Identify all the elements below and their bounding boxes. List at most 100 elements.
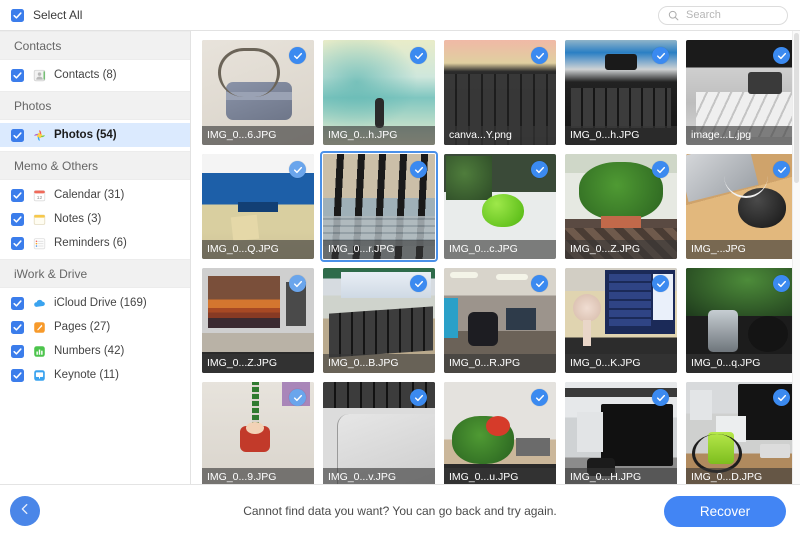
thumbnail-checkmark-icon[interactable]	[410, 161, 427, 178]
thumbnail-checkmark-icon[interactable]	[531, 389, 548, 406]
search-box[interactable]	[658, 5, 788, 25]
search-input[interactable]	[684, 8, 778, 22]
calendar-icon: 12	[32, 188, 46, 202]
thumbnail-item[interactable]: IMG_0...B.JPG	[323, 268, 435, 373]
sidebar-item-label: Photos (54)	[54, 129, 117, 141]
sidebar-item-checkbox[interactable]	[11, 296, 24, 310]
sidebar-item-contacts-8[interactable]: Contacts (8)	[0, 63, 190, 87]
thumbnail-checkmark-icon[interactable]	[773, 275, 790, 292]
thumbnail-checkmark-icon[interactable]	[652, 275, 669, 292]
sidebar-section-items: Contacts (8)	[0, 60, 190, 91]
thumbnail-filename: IMG_0...h.JPG	[565, 126, 677, 145]
thumbnail-checkmark-icon[interactable]	[289, 161, 306, 178]
thumbnail-checkmark-icon[interactable]	[410, 389, 427, 406]
thumbnail-filename: IMG_0...v.JPG	[323, 468, 435, 484]
thumbnail-checkmark-icon[interactable]	[289, 275, 306, 292]
thumbnail-item[interactable]: IMG_0...q.JPG	[686, 268, 798, 373]
sidebar-item-checkbox[interactable]	[11, 236, 24, 250]
thumbnail-item[interactable]: IMG_0...c.JPG	[444, 154, 556, 259]
thumbnail-item[interactable]: IMG_0...D.JPG	[686, 382, 798, 484]
thumbnail-checkmark-icon[interactable]	[289, 389, 306, 406]
sidebar-item-keynote-11[interactable]: Keynote (11)	[0, 363, 190, 387]
grid-scrollbar[interactable]	[792, 31, 800, 484]
app-window: Select All Contacts Contacts (8) Photos Pho…	[0, 0, 800, 537]
thumbnail-checkmark-icon[interactable]	[773, 161, 790, 178]
thumbnail-checkmark-icon[interactable]	[289, 47, 306, 64]
thumbnail-item[interactable]: IMG_0...6.JPG	[202, 40, 314, 145]
select-all-label: Select All	[33, 8, 83, 22]
sidebar-item-photos-54[interactable]: Photos (54)	[0, 123, 190, 147]
thumbnail-item[interactable]: IMG_0...R.JPG	[444, 268, 556, 373]
thumbnail-item[interactable]: IMG_0...u.JPG	[444, 382, 556, 484]
pages-icon	[32, 320, 46, 334]
sidebar-section-header: iWork & Drive	[0, 259, 190, 288]
thumbnail-item[interactable]: IMG_0...H.JPG	[565, 382, 677, 484]
sidebar-item-numbers-42[interactable]: Numbers (42)	[0, 339, 190, 363]
sidebar-item-checkbox[interactable]	[11, 212, 24, 226]
sidebar-item-icloud-drive-169[interactable]: iCloud Drive (169)	[0, 291, 190, 315]
sidebar-item-checkbox[interactable]	[11, 68, 24, 82]
thumbnail-item[interactable]: IMG_0...Z.JPG	[565, 154, 677, 259]
sidebar-item-checkbox[interactable]	[11, 320, 24, 334]
sidebar-section-items: iCloud Drive (169) Pages (27) Numbers (42)…	[0, 288, 190, 391]
reminders-icon	[32, 236, 46, 250]
thumbnail-checkmark-icon[interactable]	[410, 47, 427, 64]
thumbnail-checkmark-icon[interactable]	[652, 161, 669, 178]
sidebar-section-items: 12 Calendar (31) Notes (3) Reminders (6)	[0, 180, 190, 259]
thumbnail-item[interactable]: IMG_0...Z.JPG	[202, 268, 314, 373]
thumbnail-item[interactable]: IMG_0...v.JPG	[323, 382, 435, 484]
thumbnail-checkmark-icon[interactable]	[773, 47, 790, 64]
sidebar-item-label: Keynote (11)	[54, 369, 119, 381]
sidebar-item-checkbox[interactable]	[11, 368, 24, 382]
select-all-checkbox[interactable]	[11, 8, 24, 22]
sidebar-item-calendar-31[interactable]: 12 Calendar (31)	[0, 183, 190, 207]
thumbnail-checkmark-icon[interactable]	[531, 275, 548, 292]
sidebar-item-checkbox[interactable]	[11, 128, 24, 142]
grid-scrollbar-thumb[interactable]	[794, 33, 799, 183]
thumbnail-item[interactable]: IMG_0...K.JPG	[565, 268, 677, 373]
thumbnail-item[interactable]: IMG_0...h.JPG	[323, 40, 435, 145]
thumbnail-item[interactable]: image...L.jpg	[686, 40, 798, 145]
sidebar-item-checkbox[interactable]	[11, 188, 24, 202]
thumbnail-checkmark-icon[interactable]	[531, 161, 548, 178]
thumbnail-checkmark-icon[interactable]	[531, 47, 548, 64]
thumbnail-item[interactable]: IMG_0...9.JPG	[202, 382, 314, 484]
sidebar-item-reminders-6[interactable]: Reminders (6)	[0, 231, 190, 255]
sidebar-item-checkbox[interactable]	[11, 344, 24, 358]
sidebar-item-label: Reminders (6)	[54, 237, 127, 249]
thumbnail-grid: IMG_0...6.JPG IMG_0...h.JPG canva...Y.png I…	[191, 31, 800, 484]
contacts-icon	[32, 68, 46, 82]
thumbnail-item[interactable]: IMG_0...Q.JPG	[202, 154, 314, 259]
sidebar-section-items: Photos (54)	[0, 120, 190, 151]
top-bar: Select All	[0, 0, 800, 31]
thumbnail-item[interactable]: canva...Y.png	[444, 40, 556, 145]
thumbnail-filename: IMG_0...Z.JPG	[202, 354, 314, 373]
icloud-drive-icon	[32, 296, 46, 310]
sidebar-section-header: Memo & Others	[0, 151, 190, 180]
keynote-icon	[32, 368, 46, 382]
thumbnail-item[interactable]: IMG_0...h.JPG	[565, 40, 677, 145]
thumbnail-filename: IMG_0...q.JPG	[686, 354, 798, 373]
thumbnail-filename: IMG_0...c.JPG	[444, 240, 556, 259]
sidebar-section-header: Photos	[0, 91, 190, 120]
sidebar: Contacts Contacts (8) Photos Photos (54) Mem…	[0, 31, 191, 484]
thumbnail-checkmark-icon[interactable]	[652, 389, 669, 406]
thumbnail-checkmark-icon[interactable]	[410, 275, 427, 292]
thumbnail-filename: IMG_...JPG	[686, 240, 798, 259]
thumbnail-checkmark-icon[interactable]	[652, 47, 669, 64]
top-bar-right	[178, 5, 800, 25]
thumbnail-filename: IMG_0...h.JPG	[323, 126, 435, 145]
sidebar-section-header: Contacts	[0, 31, 190, 60]
thumbnail-item[interactable]: IMG_0...r.JPG	[320, 151, 438, 262]
thumbnail-filename: IMG_0...R.JPG	[444, 354, 556, 373]
sidebar-item-notes-3[interactable]: Notes (3)	[0, 207, 190, 231]
thumbnail-item[interactable]: IMG_...JPG	[686, 154, 798, 259]
thumbnail-filename: image...L.jpg	[686, 126, 798, 145]
svg-text:12: 12	[36, 194, 42, 200]
select-all-row[interactable]: Select All	[0, 8, 178, 22]
recover-button[interactable]: Recover	[664, 495, 786, 527]
thumbnail-checkmark-icon[interactable]	[773, 389, 790, 406]
sidebar-item-pages-27[interactable]: Pages (27)	[0, 315, 190, 339]
thumbnail-filename: IMG_0...u.JPG	[444, 468, 556, 484]
footer-bar: Cannot find data you want? You can go ba…	[0, 484, 800, 537]
